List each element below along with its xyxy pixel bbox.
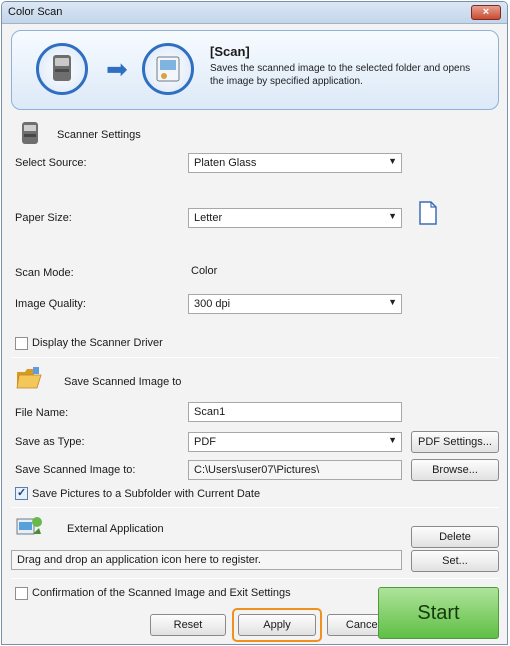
- drop-area-hint: Drag and drop an application icon here t…: [17, 554, 261, 566]
- window-title: Color Scan: [8, 6, 63, 18]
- external-application-heading: External Application: [67, 523, 164, 535]
- file-name-label: File Name:: [15, 407, 69, 419]
- scan-banner: ➡ [Scan] Saves the scanned image to the …: [11, 30, 499, 110]
- scanner-settings-heading: Scanner Settings: [57, 129, 141, 141]
- save-as-type-label: Save as Type:: [15, 436, 85, 448]
- scanner-settings-icon: [18, 120, 42, 149]
- banner-title: [Scan]: [210, 44, 250, 59]
- scanner-icon: [36, 43, 88, 95]
- arrow-right-icon: ➡: [106, 54, 128, 84]
- set-button[interactable]: Set...: [411, 550, 499, 572]
- delete-button[interactable]: Delete: [411, 526, 499, 548]
- title-bar: Color Scan ×: [2, 2, 507, 24]
- close-button[interactable]: ×: [471, 5, 501, 20]
- application-icon: [142, 43, 194, 95]
- paper-size-value: Letter: [194, 212, 223, 224]
- browse-button[interactable]: Browse...: [411, 459, 499, 481]
- display-driver-checkbox[interactable]: [15, 337, 28, 350]
- chevron-down-icon: ▼: [388, 297, 397, 307]
- subfolder-label: Save Pictures to a Subfolder with Curren…: [32, 488, 261, 500]
- save-to-label: Save Scanned Image to:: [15, 464, 136, 476]
- chevron-down-icon: ▼: [388, 156, 397, 166]
- scan-mode-value: Color: [191, 265, 218, 277]
- color-scan-dialog: Color Scan × ➡ [Scan] Saves the scanned …: [1, 1, 508, 645]
- section-divider: [11, 578, 499, 579]
- display-driver-label: Display the Scanner Driver: [32, 337, 163, 349]
- image-quality-label: Image Quality:: [15, 298, 86, 310]
- image-quality-value: 300 dpi: [194, 298, 231, 310]
- subfolder-checkbox[interactable]: ✓: [15, 487, 28, 500]
- save-location-field[interactable]: C:\Users\user07\Pictures\: [188, 460, 402, 480]
- folder-icon: [16, 366, 42, 393]
- paper-orientation-icon: [418, 201, 438, 228]
- section-divider: [11, 507, 499, 508]
- reset-button[interactable]: Reset: [150, 614, 226, 636]
- file-name-field[interactable]: Scan1: [188, 402, 402, 422]
- save-as-type-value: PDF: [194, 436, 216, 448]
- paper-size-dropdown[interactable]: Letter ▼: [188, 208, 402, 228]
- confirmation-label: Confirmation of the Scanned Image and Ex…: [32, 587, 291, 599]
- save-as-type-dropdown[interactable]: PDF ▼: [188, 432, 402, 452]
- apply-button[interactable]: Apply: [238, 614, 316, 636]
- select-source-dropdown[interactable]: Platen Glass ▼: [188, 153, 402, 173]
- paper-size-label: Paper Size:: [15, 212, 72, 224]
- select-source-label: Select Source:: [15, 157, 87, 169]
- section-divider: [11, 357, 499, 358]
- scan-mode-label: Scan Mode:: [15, 267, 74, 279]
- check-icon: ✓: [17, 487, 27, 499]
- save-settings-heading: Save Scanned Image to: [64, 376, 182, 388]
- external-application-icon: [16, 514, 44, 541]
- confirmation-checkbox[interactable]: [15, 587, 28, 600]
- banner-description: Saves the scanned image to the selected …: [210, 63, 471, 87]
- application-drop-area[interactable]: Drag and drop an application icon here t…: [11, 550, 402, 570]
- pdf-settings-button[interactable]: PDF Settings...: [411, 431, 499, 453]
- chevron-down-icon: ▼: [388, 435, 397, 445]
- chevron-down-icon: ▼: [388, 211, 397, 221]
- image-quality-dropdown[interactable]: 300 dpi ▼: [188, 294, 402, 314]
- select-source-value: Platen Glass: [194, 157, 257, 169]
- start-button[interactable]: Start: [378, 587, 499, 639]
